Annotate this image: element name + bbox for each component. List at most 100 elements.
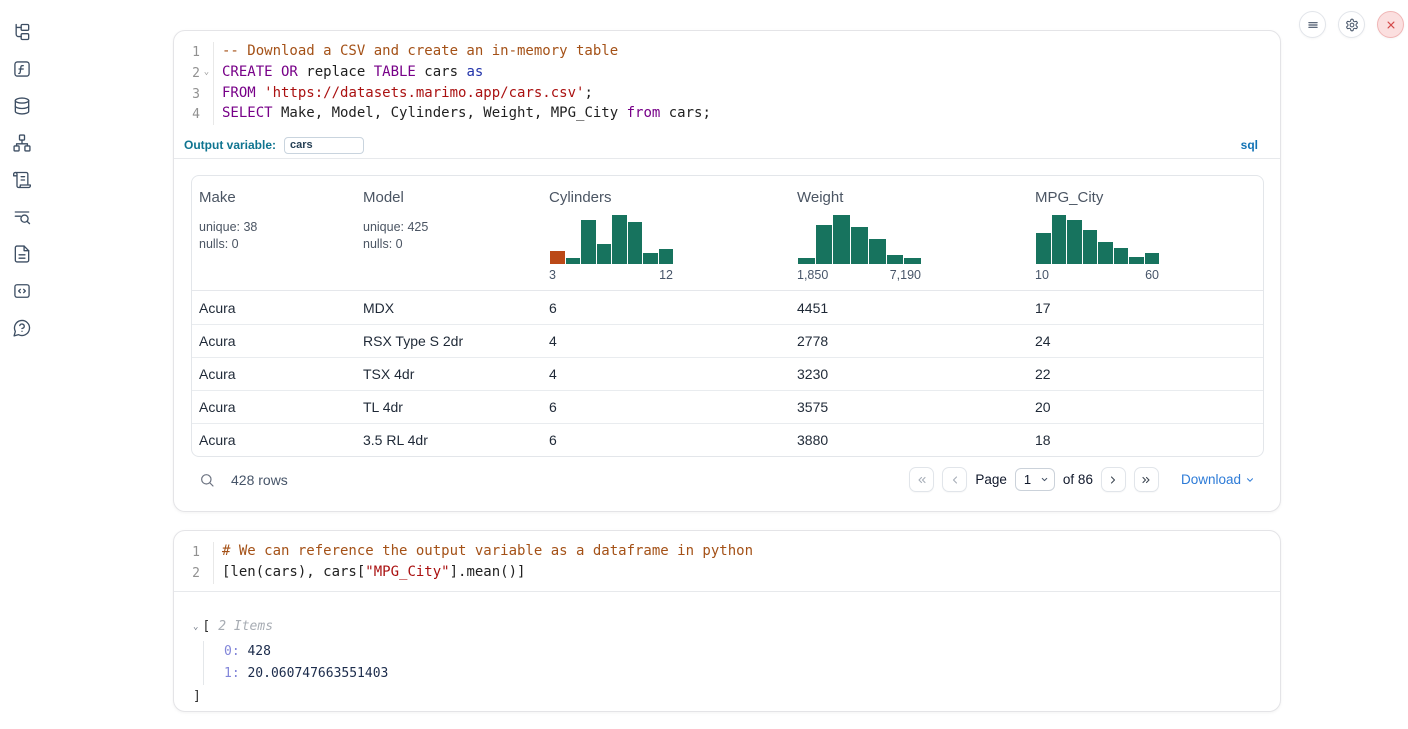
search-icon[interactable] [199,472,215,488]
column-histogram: 1,8507,190 [797,214,921,282]
table-cell: 2778 [790,325,1028,357]
code-line[interactable]: 4SELECT Make, Model, Cylinders, Weight, … [174,104,1280,125]
column-sort-label[interactable]: Weight [797,189,1028,206]
menu-button[interactable] [1299,11,1326,38]
close-bracket: ] [193,686,1280,707]
table-cell: 3230 [790,358,1028,390]
gear-icon [1345,18,1359,32]
close-icon [1384,18,1398,32]
column-header-make: Makeunique: 38nulls: 0 [192,189,356,282]
chevron-down-icon [1040,475,1049,484]
histogram-bar [612,215,627,264]
code-text: CREATE OR replace TABLE cars as [213,63,1280,84]
table-row: AcuraTSX 4dr4323022 [192,357,1263,390]
table-body: AcuraMDX6445117AcuraRSX Type S 2dr427782… [192,291,1263,456]
logs-scroll-icon[interactable] [12,170,32,190]
table-cell: 3.5 RL 4dr [356,424,542,456]
sql-cell-output: Makeunique: 38nulls: 0 Model unique: 425nu… [174,159,1280,502]
chevron-left-icon [949,474,961,486]
histogram-max-label: 12 [659,268,673,282]
code-line[interactable]: 1-- Download a CSV and create an in-memo… [174,42,1280,63]
histogram-max-label: 60 [1145,268,1159,282]
code-text: [len(cars), cars["MPG_City"].mean()] [213,563,1280,584]
table-cell: 4451 [790,291,1028,324]
table-cell: 6 [542,291,790,324]
table-row: AcuraMDX6445117 [192,291,1263,324]
file-tree-icon[interactable] [12,22,32,42]
chevrons-right-icon [1140,474,1152,486]
code-line[interactable]: 2 [len(cars), cars["MPG_City"].mean()] [174,563,1280,584]
column-sort-label[interactable]: Cylinders [549,189,790,206]
code-text: FROM 'https://datasets.marimo.app/cars.c… [213,84,1280,105]
shutdown-button[interactable] [1377,11,1404,38]
table-cell: 17 [1028,291,1263,324]
collapse-chevron-icon[interactable]: ⌄ [193,617,198,637]
column-sort-label[interactable]: MPG_City [1035,189,1263,206]
page-label: Page [975,472,1007,487]
snippets-icon[interactable] [12,281,32,301]
column-header-cylinders: Cylinders 312 [542,189,790,282]
unique-count: unique: 425 [363,219,542,236]
table-row: Acura3.5 RL 4dr6388018 [192,423,1263,456]
code-line[interactable]: 3 FROM 'https://datasets.marimo.app/cars.… [174,84,1280,105]
items-count-label: 2 Items [218,617,273,637]
download-button[interactable]: Download [1181,472,1255,487]
output-variable-input[interactable] [284,137,364,154]
fold-chevron-icon[interactable]: ⌄ [200,63,213,84]
line-number: 3 [174,84,200,105]
table-cell: 4 [542,358,790,390]
output-variable-bar: Output variable: sql [174,132,1280,159]
line-number: 2 [174,563,200,584]
page-select[interactable]: 1 [1015,468,1055,491]
null-count: nulls: 0 [363,236,542,253]
fold-gutter [200,542,213,563]
histogram-bars [798,214,921,264]
histogram-bar [566,258,581,264]
histogram-bar [1052,215,1067,264]
page-total-label: of 86 [1063,472,1093,487]
histogram-bar [833,215,850,264]
column-header-mpg_city: MPG_City 10 60 [1028,189,1263,282]
code-line[interactable]: 1# We can reference the output variable … [174,542,1280,563]
function-variables-icon[interactable] [12,59,32,79]
code-editor-python[interactable]: 1# We can reference the output variable … [174,531,1280,592]
code-editor-sql[interactable]: 1-- Download a CSV and create an in-memo… [174,31,1280,132]
histogram-min-label: 10 [1035,268,1049,282]
column-sort-label[interactable]: Make [199,189,356,206]
hamburger-icon [1306,18,1320,32]
next-page-button[interactable] [1101,467,1126,492]
table-cell: 6 [542,424,790,456]
histogram-bar [1083,230,1098,264]
settings-button[interactable] [1338,11,1365,38]
language-badge[interactable]: sql [1241,138,1258,152]
sql-cell: 1 -- Download a CSV and create an in-memo… [173,30,1281,512]
table-cell: Acura [192,358,356,390]
histogram-bar [1114,248,1129,264]
sidebar [0,0,44,729]
table-row: AcuraTL 4dr6357520 [192,390,1263,423]
line-number: 1 [174,542,200,563]
help-icon[interactable] [12,318,32,338]
histogram-bar [1067,220,1082,264]
page-select-value: 1 [1024,472,1031,487]
dependency-graph-icon[interactable] [12,133,32,153]
scratchpad-search-icon[interactable] [12,207,32,227]
prev-page-button[interactable] [942,467,967,492]
code-line[interactable]: 2⌄CREATE OR replace TABLE cars as [174,63,1280,84]
documentation-icon[interactable] [12,244,32,264]
table-cell: 4 [542,325,790,357]
last-page-button[interactable] [1134,467,1159,492]
code-text: -- Download a CSV and create an in-memor… [213,42,1280,63]
table-footer: 428 rows Page 1 [191,457,1263,502]
column-sort-label[interactable]: Model [363,189,542,206]
window-controls [1299,11,1404,38]
histogram-range-labels: 312 [549,268,673,282]
table-cell: Acura [192,424,356,456]
database-icon[interactable] [12,96,32,116]
table-cell: 18 [1028,424,1263,456]
histogram-bar [597,244,612,264]
first-page-button[interactable] [909,467,934,492]
histogram-bar [1098,242,1113,264]
table-cell: 3575 [790,391,1028,423]
histogram-range-labels: 10 60 [1035,268,1159,282]
